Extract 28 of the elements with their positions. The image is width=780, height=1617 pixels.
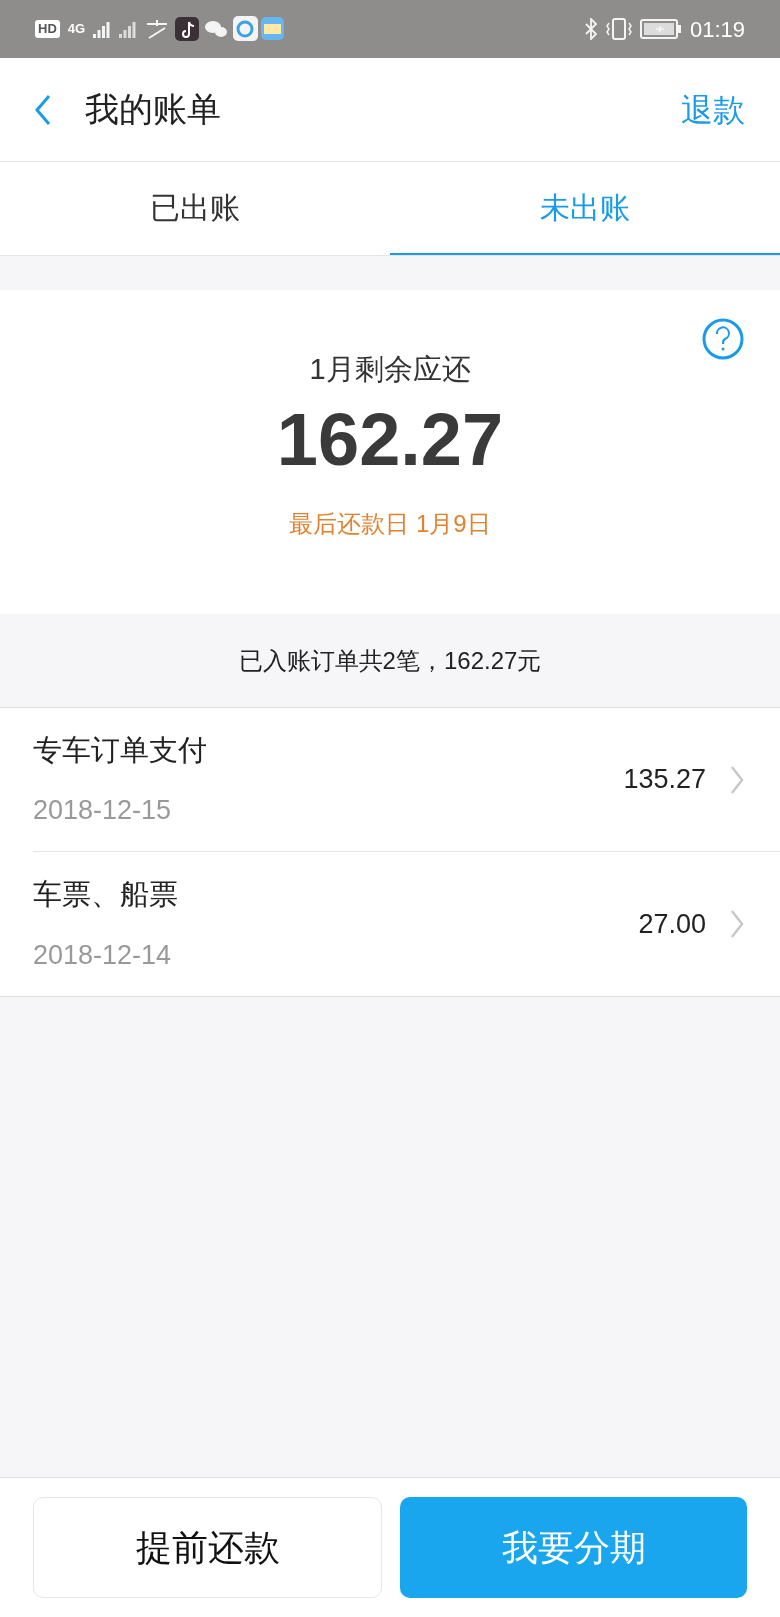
back-icon xyxy=(35,93,51,126)
order-row[interactable]: 车票、船票 2018-12-14 27.00 xyxy=(33,852,780,996)
bluetooth-icon xyxy=(583,18,598,40)
chevron-right-icon xyxy=(730,764,744,795)
order-amount: 135.27 xyxy=(623,763,706,797)
chevron-right-icon xyxy=(730,909,744,939)
tab[interactable]: 已出账 xyxy=(0,162,390,255)
order-name: 车票、船票 xyxy=(33,877,179,912)
order-amount: 27.00 xyxy=(638,907,706,941)
network-label: 4G xyxy=(67,20,86,39)
help-icon[interactable] xyxy=(702,318,744,360)
prepay-button[interactable]: 提前还款 xyxy=(33,1497,382,1598)
vibrate-icon xyxy=(605,18,632,40)
signal-icon xyxy=(93,20,112,38)
due-date: 最后还款日 1月9日 xyxy=(289,508,491,539)
order-date: 2018-12-15 xyxy=(33,794,173,827)
clock-time: 01:19 xyxy=(689,15,745,44)
battery-icon xyxy=(639,19,682,39)
order-row[interactable]: 专车订单支付 2018-12-15 135.27 xyxy=(33,708,780,852)
orders-summary: 已入账订单共2笔，162.27元 xyxy=(238,645,542,676)
page-title: 我的账单 xyxy=(85,89,221,130)
order-name: 专车订单支付 xyxy=(33,732,208,768)
back-button[interactable] xyxy=(35,93,51,126)
remaining-label: 1月剩余应还 xyxy=(309,352,471,387)
hd-icon: HD xyxy=(35,20,60,38)
order-date: 2018-12-14 xyxy=(33,938,173,972)
remaining-amount: 162.27 xyxy=(276,396,504,483)
signal-icon xyxy=(119,20,138,38)
